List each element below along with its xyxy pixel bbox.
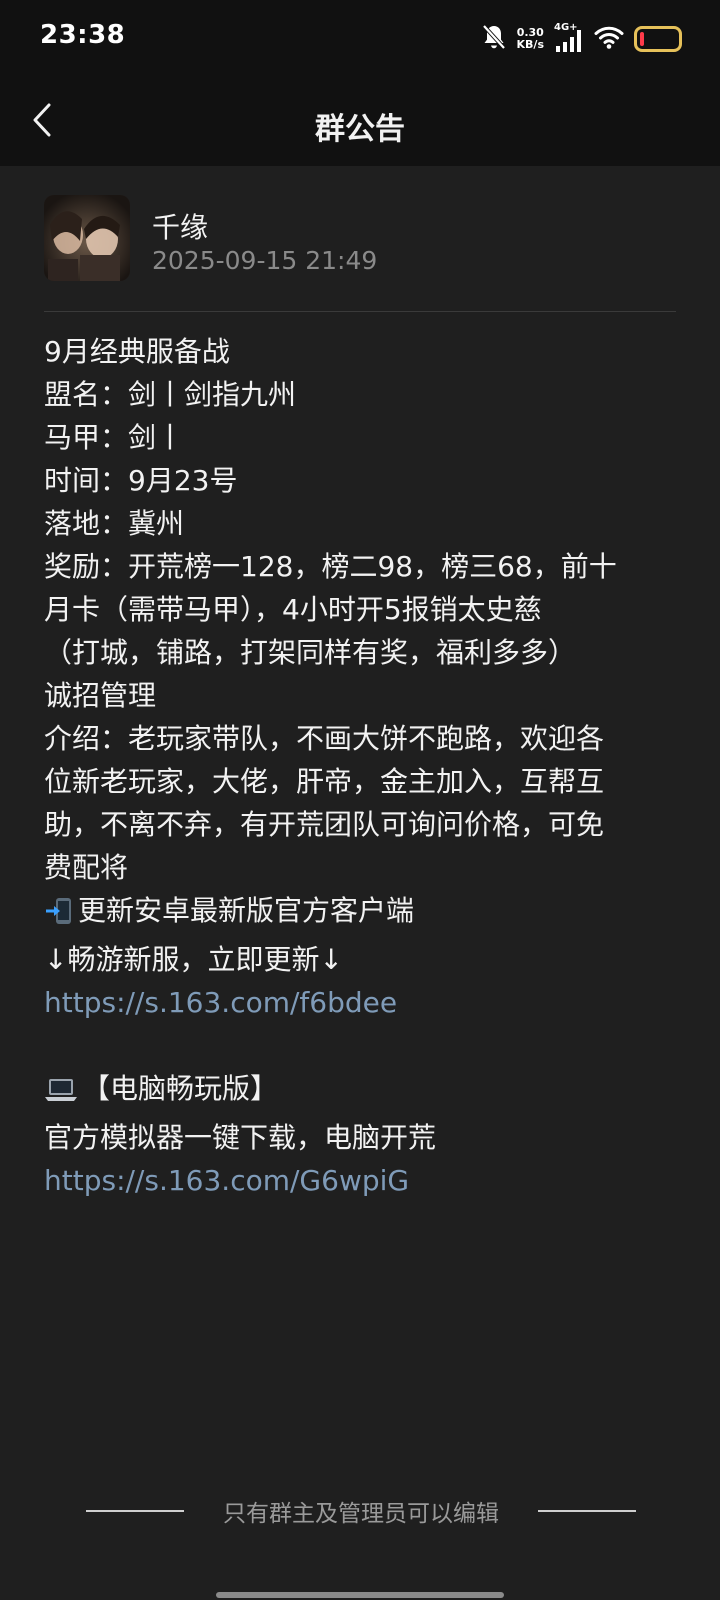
- announcement-body: 9月经典服备战 盟名：剑丨剑指九州 马甲：剑丨 时间：9月23号 落地：冀州 奖…: [44, 312, 676, 1202]
- body-line: （打城，铺路，打架同样有奖，福利多多）: [44, 636, 577, 669]
- battery-icon: [634, 26, 682, 52]
- body-line: 助，不离不弃，有开荒团队可询问价格，可免: [44, 808, 605, 841]
- update-line: 更新安卓最新版官方客户端: [44, 889, 676, 938]
- home-indicator[interactable]: [216, 1592, 504, 1598]
- update-line-text: 更新安卓最新版官方客户端: [78, 894, 415, 927]
- avatar[interactable]: [44, 195, 130, 281]
- body-line: 诚招管理: [44, 679, 157, 712]
- announcement-content: 千缘 2025-09-15 21:49 9月经典服备战 盟名：剑丨剑指九州 马甲…: [44, 166, 676, 1202]
- status-icons: 0.30 KB/s 4G+: [481, 22, 682, 56]
- pc-line: 【电脑畅玩版】: [44, 1067, 676, 1116]
- page-title: 群公告: [315, 112, 405, 147]
- battery-level: [640, 32, 644, 46]
- status-bar: 23:38 0.30 KB/s 4G+: [0, 0, 720, 78]
- footer-divider-right: [538, 1510, 636, 1512]
- update-sub-line: ↓畅游新服，立即更新↓: [44, 943, 343, 976]
- pc-download-link[interactable]: https://s.163.com/G6wpiG: [44, 1159, 676, 1202]
- body-line: 月卡（需带马甲），4小时开5报销太史慈: [44, 593, 542, 626]
- author-name: 千缘: [152, 211, 209, 244]
- laptop-icon: [44, 1073, 78, 1116]
- net-speed-unit: KB/s: [516, 38, 544, 51]
- body-line: 介绍：老玩家带队，不画大饼不跑路，欢迎各: [44, 722, 605, 755]
- signal-icon: 4G+: [554, 22, 584, 54]
- post-timestamp: 2025-09-15 21:49: [152, 246, 378, 275]
- bell-muted-icon: [481, 23, 507, 55]
- body-line: 盟名：剑丨剑指九州: [44, 378, 297, 411]
- body-line: 9月经典服备战: [44, 335, 230, 368]
- wifi-icon: [594, 24, 624, 54]
- pc-line-text: 【电脑畅玩版】: [82, 1072, 279, 1105]
- android-download-link[interactable]: https://s.163.com/f6bdee: [44, 981, 676, 1024]
- net-speed: 0.30 KB/s: [517, 27, 544, 51]
- body-line: 奖励：开荒榜一128，榜二98，榜三68，前十: [44, 550, 617, 583]
- body-line: 马甲：剑丨: [44, 421, 185, 454]
- footer-note-text: 只有群主及管理员可以编辑: [223, 1501, 499, 1527]
- footer-divider-left: [86, 1510, 184, 1512]
- mobile-arrow-icon: [44, 895, 74, 938]
- author-row: 千缘 2025-09-15 21:49: [44, 166, 676, 312]
- body-line: 落地：冀州: [44, 507, 185, 540]
- body-line: 时间：9月23号: [44, 464, 238, 497]
- pc-sub-line: 官方模拟器一键下载，电脑开荒: [44, 1121, 437, 1154]
- header-bar: 群公告: [0, 78, 720, 166]
- footer-note: 只有群主及管理员可以编辑: [86, 1496, 636, 1527]
- body-line: 费配将: [44, 851, 129, 884]
- body-line: 位新老玩家，大佬，肝帝，金主加入，互帮互: [44, 765, 605, 798]
- status-time: 23:38: [40, 20, 126, 50]
